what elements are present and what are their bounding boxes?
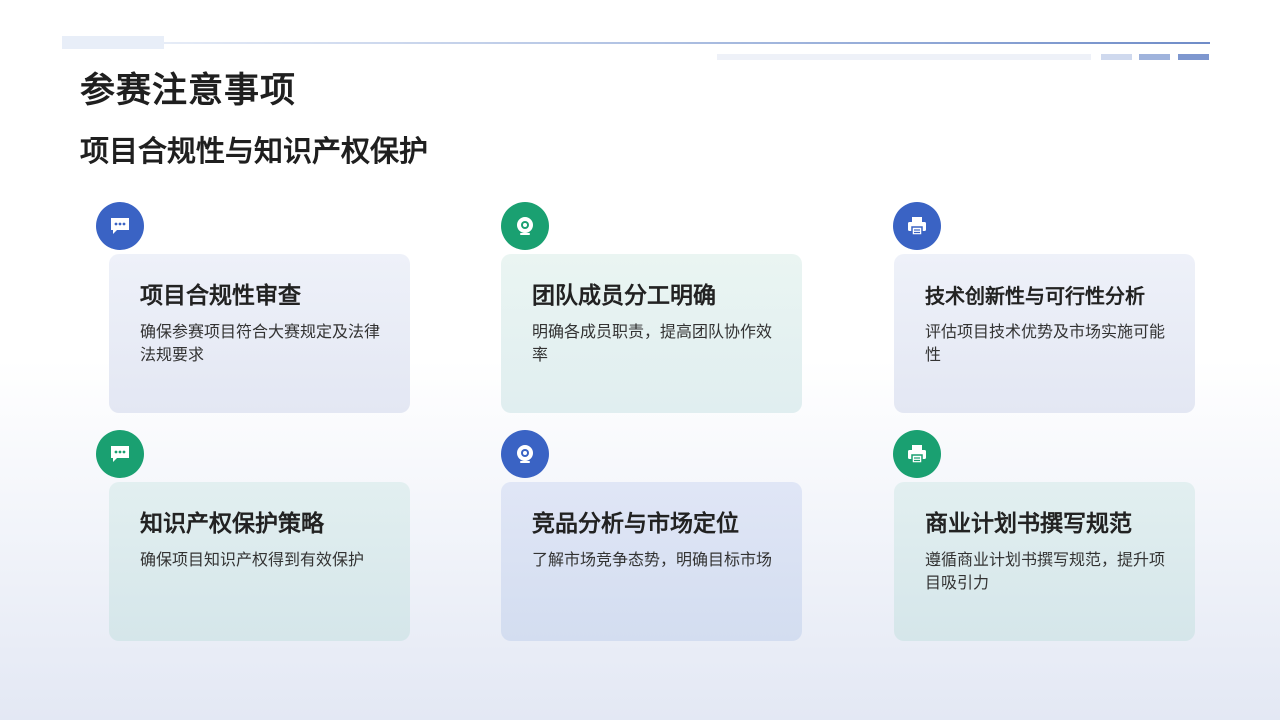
card-ip-protection: 知识产权保护策略 确保项目知识产权得到有效保护 — [109, 482, 410, 641]
page-title: 参赛注意事项 — [80, 71, 297, 111]
card-description: 明确各成员职责，提高团队协作效率 — [532, 322, 773, 364]
card-description: 确保参赛项目符合大赛规定及法律法规要求 — [140, 322, 381, 364]
card-title: 知识产权保护策略 — [140, 511, 324, 537]
header-decor-dash — [1101, 54, 1132, 60]
card-title: 技术创新性与可行性分析 — [925, 284, 1145, 308]
card-description: 评估项目技术优势及市场实施可能性 — [925, 322, 1166, 364]
webcam-icon — [501, 430, 549, 478]
chat-bubble-icon — [96, 202, 144, 250]
page-subtitle: 项目合规性与知识产权保护 — [80, 134, 429, 168]
chat-bubble-icon — [96, 430, 144, 478]
header-decor-bar — [717, 54, 1091, 60]
card-team-division: 团队成员分工明确 明确各成员职责，提高团队协作效率 — [501, 254, 802, 413]
card-description: 确保项目知识产权得到有效保护 — [140, 550, 365, 569]
webcam-icon — [501, 202, 549, 250]
card-business-plan: 商业计划书撰写规范 遵循商业计划书撰写规范，提升项目吸引力 — [894, 482, 1195, 641]
printer-icon — [893, 430, 941, 478]
header-decor-dash — [1178, 54, 1209, 60]
card-competitor-analysis: 竞品分析与市场定位 了解市场竞争态势，明确目标市场 — [501, 482, 802, 641]
card-title: 商业计划书撰写规范 — [925, 511, 1132, 537]
card-tech-innovation: 技术创新性与可行性分析 评估项目技术优势及市场实施可能性 — [894, 254, 1195, 413]
card-title: 竞品分析与市场定位 — [532, 511, 739, 537]
header-decor-dash — [1139, 54, 1170, 60]
header-decor-block — [62, 36, 164, 49]
card-title: 项目合规性审查 — [140, 283, 301, 309]
header-decor-line — [164, 42, 1210, 44]
printer-icon — [893, 202, 941, 250]
card-title: 团队成员分工明确 — [532, 283, 716, 309]
card-description: 了解市场竞争态势，明确目标市场 — [532, 550, 773, 569]
card-description: 遵循商业计划书撰写规范，提升项目吸引力 — [925, 550, 1166, 592]
card-compliance-review: 项目合规性审查 确保参赛项目符合大赛规定及法律法规要求 — [109, 254, 410, 413]
